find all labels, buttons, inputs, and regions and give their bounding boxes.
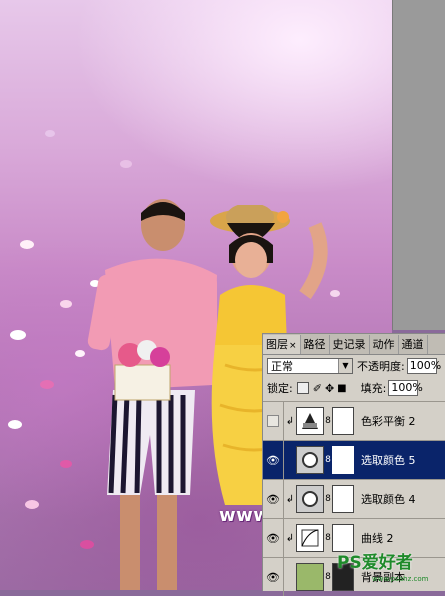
blend-mode-select[interactable]: 正常 ▼: [267, 358, 353, 374]
brush-icon[interactable]: ✐: [313, 382, 322, 395]
visibility-toggle[interactable]: [263, 402, 284, 440]
chain-link-icon[interactable]: 8: [324, 455, 332, 465]
lock-all-icon[interactable]: ■: [337, 383, 346, 394]
layer-mask-thumb[interactable]: [332, 485, 354, 513]
layer-row[interactable]: ↲ 8 色彩平衡 2: [263, 401, 445, 440]
flower: [25, 500, 39, 509]
flower: [120, 160, 132, 168]
layer-name: 选取颜色 5: [361, 454, 416, 467]
layer-name: 选取颜色 4: [361, 493, 416, 506]
tab-actions[interactable]: 动作: [370, 335, 399, 354]
tab-channels[interactable]: 通道: [399, 335, 428, 354]
eye-icon[interactable]: 👁: [263, 441, 284, 479]
lock-row: 锁定: ✐ ✥ ■ 填充: 100%: [263, 377, 445, 399]
move-icon[interactable]: ✥: [325, 382, 334, 395]
clip-arrow-icon: ↲: [285, 493, 295, 505]
panel-tabs: 图层× 路径 史记录 动作 通道: [263, 334, 445, 355]
lock-transparent-icon[interactable]: [296, 382, 309, 394]
eye-icon[interactable]: 👁: [263, 558, 284, 596]
flower: [40, 380, 54, 389]
flower: [20, 240, 34, 249]
tab-paths[interactable]: 路径: [301, 335, 330, 354]
opacity-input[interactable]: 100%: [406, 358, 441, 374]
layer-row-selected[interactable]: 👁 8 选取颜色 5: [263, 440, 445, 479]
fill-input[interactable]: 100%: [388, 380, 423, 396]
flower: [75, 350, 85, 357]
flower: [60, 460, 72, 468]
fill-label: 填充:: [360, 382, 387, 395]
man-figure: [87, 199, 217, 590]
chain-link-icon[interactable]: 8: [324, 494, 332, 504]
blend-mode-value: 正常: [271, 360, 293, 373]
chain-link-icon[interactable]: 8: [324, 572, 332, 582]
opacity-label: 不透明度:: [357, 360, 405, 373]
selective-color-icon: [302, 452, 318, 468]
layer-mask-thumb[interactable]: [332, 407, 354, 435]
curves-icon: [301, 529, 319, 547]
adjustment-thumb: [296, 524, 324, 552]
clip-arrow-icon: ↲: [285, 532, 295, 544]
tab-layers[interactable]: 图层×: [263, 335, 301, 354]
blend-row: 正常 ▼ 不透明度: 100%: [263, 355, 445, 377]
selective-color-icon: [302, 491, 318, 507]
adjustment-thumb: [296, 446, 324, 474]
lock-label: 锁定:: [267, 382, 293, 395]
adjustment-thumb: [296, 485, 324, 513]
photo-thumb: [296, 563, 324, 591]
adjustment-thumb: [296, 407, 324, 435]
clip-arrow-icon: ↲: [285, 415, 295, 427]
visibility-off-box: [267, 415, 279, 427]
eye-icon[interactable]: 👁: [263, 480, 284, 518]
layer-row[interactable]: 👁 ↲ 8 选取颜色 4: [263, 479, 445, 518]
chain-link-icon[interactable]: 8: [324, 416, 332, 426]
eye-icon[interactable]: 👁: [263, 519, 284, 557]
close-icon[interactable]: ×: [289, 341, 297, 351]
watermark-logo-url: www.psahz.com: [372, 575, 429, 583]
layer-name: 曲线 2: [361, 532, 394, 545]
workspace-background: [392, 0, 445, 330]
watermark-logo: PS爱好者: [337, 553, 413, 573]
flower: [8, 420, 22, 429]
layer-mask-thumb[interactable]: [332, 446, 354, 474]
layer-name: 色彩平衡 2: [361, 415, 416, 428]
color-balance-icon: [302, 413, 318, 429]
flower: [45, 130, 55, 137]
flower: [60, 300, 72, 308]
chevron-down-icon[interactable]: ▼: [338, 359, 352, 373]
chain-link-icon[interactable]: 8: [324, 533, 332, 543]
tab-history[interactable]: 史记录: [330, 335, 370, 354]
flower: [10, 330, 26, 340]
